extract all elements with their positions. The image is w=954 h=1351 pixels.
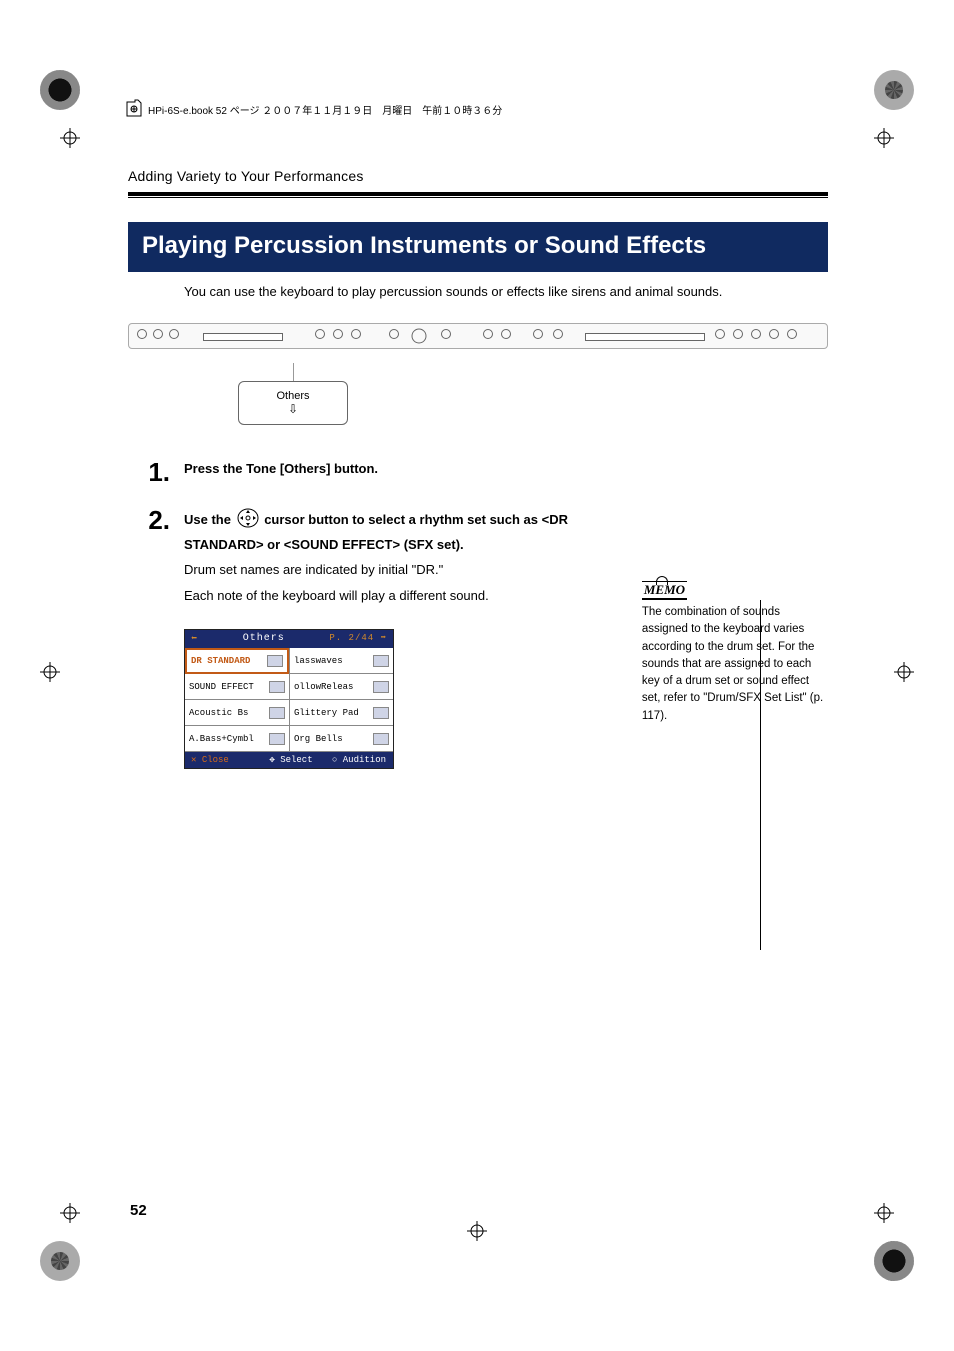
callout-label: Others bbox=[253, 390, 333, 402]
cell-label: SOUND EFFECT bbox=[189, 682, 254, 692]
cell-label: Org Bells bbox=[294, 734, 343, 744]
page-number: 52 bbox=[130, 1202, 147, 1219]
screen-cell: Glittery Pad bbox=[289, 700, 393, 726]
section-title: Playing Percussion Instruments or Sound … bbox=[128, 222, 828, 272]
intro-text: You can use the keyboard to play percuss… bbox=[184, 284, 828, 299]
lcd-screen: ⬅ Others P. 2/44 ➡ DR STANDARD lasswaves… bbox=[184, 629, 394, 769]
bass-icon bbox=[269, 733, 285, 745]
memo-text: The combination of sounds assigned to th… bbox=[642, 604, 828, 725]
tone-icon bbox=[373, 733, 389, 745]
divider bbox=[128, 197, 828, 198]
step-2: 2. Use the cursor button to select a rhy… bbox=[128, 507, 618, 607]
cursor-button-icon bbox=[237, 507, 259, 535]
screen-audition: ○ Audition bbox=[325, 752, 393, 768]
step-1: 1. Press the Tone [Others] button. bbox=[128, 459, 618, 485]
step-number: 1. bbox=[128, 459, 170, 485]
registration-mark bbox=[874, 1203, 894, 1223]
cell-label: Acoustic Bs bbox=[189, 708, 248, 718]
drum-icon bbox=[267, 655, 283, 667]
callout: Others ⇩ bbox=[238, 363, 348, 425]
column-divider bbox=[760, 600, 761, 950]
print-mark-corner bbox=[874, 1241, 914, 1281]
divider bbox=[128, 192, 828, 196]
step-number: 2. bbox=[128, 507, 170, 607]
registration-mark bbox=[894, 662, 914, 682]
prepress-file-info: HPi-6S-e.book 52 ページ ２００７年１１月１９日 月曜日 午前１… bbox=[148, 102, 502, 117]
print-mark-corner bbox=[40, 1241, 80, 1281]
running-head: Adding Variety to Your Performances bbox=[128, 168, 828, 184]
prepress-header: HPi-6S-e.book 52 ページ ２００７年１１月１９日 月曜日 午前１… bbox=[126, 99, 502, 120]
screen-close: ✕ Close bbox=[185, 752, 257, 768]
screen-cell: Acoustic Bs bbox=[185, 700, 289, 726]
down-arrow-icon: ⇩ bbox=[253, 402, 333, 416]
cell-label: lasswaves bbox=[294, 656, 343, 666]
screen-cell: lasswaves bbox=[289, 648, 393, 674]
sfx-icon bbox=[269, 681, 285, 693]
screen-title: Others bbox=[243, 633, 285, 645]
tone-icon bbox=[373, 655, 389, 667]
step-sub: Each note of the keyboard will play a di… bbox=[184, 586, 618, 606]
screen-cell: SOUND EFFECT bbox=[185, 674, 289, 700]
cell-label: DR STANDARD bbox=[191, 656, 250, 666]
print-mark-corner bbox=[874, 70, 914, 110]
bass-icon bbox=[269, 707, 285, 719]
cell-label: A.Bass+Cymbl bbox=[189, 734, 254, 744]
control-panel-diagram bbox=[128, 323, 828, 349]
step-head: Use the cursor button to select a rhythm… bbox=[184, 507, 618, 554]
dial-icon bbox=[407, 327, 431, 345]
screen-select: ✥ Select bbox=[257, 752, 325, 768]
tone-icon bbox=[373, 707, 389, 719]
registration-mark bbox=[40, 662, 60, 682]
step-head: Press the Tone [Others] button. bbox=[184, 459, 618, 479]
step-sub: Drum set names are indicated by initial … bbox=[184, 560, 618, 580]
screen-page-indicator: P. 2/44 ➡ bbox=[329, 633, 387, 645]
registration-mark bbox=[874, 128, 894, 148]
print-mark-corner bbox=[40, 70, 80, 110]
screen-cell: Org Bells bbox=[289, 726, 393, 752]
back-arrow-icon: ⬅ bbox=[191, 633, 198, 645]
page-icon bbox=[126, 99, 142, 120]
screen-cell-selected: DR STANDARD bbox=[185, 648, 289, 674]
cell-label: Glittery Pad bbox=[294, 708, 359, 718]
memo-heading: MEMO bbox=[642, 581, 687, 600]
registration-mark bbox=[60, 1203, 80, 1223]
screen-cell: A.Bass+Cymbl bbox=[185, 726, 289, 752]
registration-mark bbox=[467, 1221, 487, 1241]
screen-cell: ollowReleas bbox=[289, 674, 393, 700]
tone-icon bbox=[373, 681, 389, 693]
registration-mark bbox=[60, 128, 80, 148]
step-head-pre: Use the bbox=[184, 512, 235, 527]
cell-label: ollowReleas bbox=[294, 682, 353, 692]
